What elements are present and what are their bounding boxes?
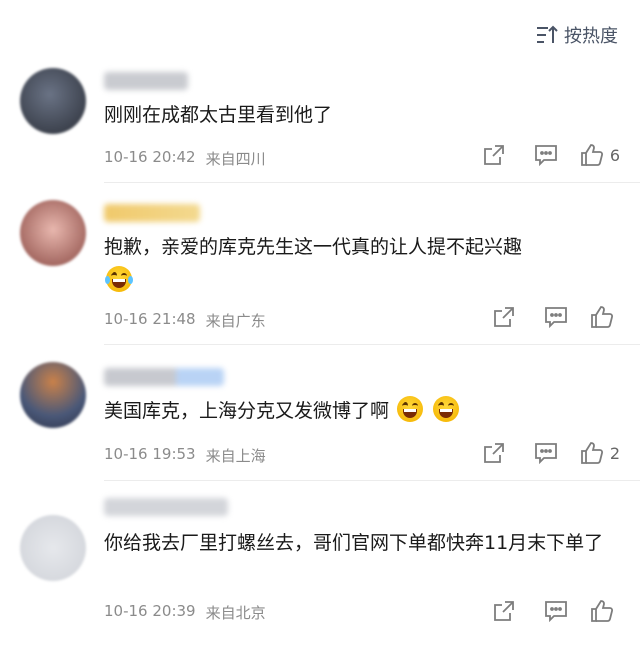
avatar[interactable] — [20, 362, 86, 428]
comment-meta: 10-16 21:48 来自广东 — [104, 310, 266, 331]
grin-emoji — [433, 396, 460, 422]
thumbs-up-icon — [591, 306, 614, 328]
like-count: 6 — [609, 145, 620, 165]
comment-text: 美国库克，上海分克又发微博了啊 — [104, 394, 614, 428]
like-button[interactable] — [582, 302, 620, 332]
avatar[interactable] — [20, 68, 86, 134]
divider — [104, 182, 640, 183]
reply-button[interactable] — [530, 302, 582, 332]
comment-actions: 2 — [468, 438, 620, 468]
comment-icon — [545, 307, 567, 328]
comment-actions: 6 — [468, 140, 620, 170]
username-blurred[interactable] — [104, 498, 228, 516]
comment-meta: 10-16 20:39 来自北京 — [104, 602, 266, 623]
share-button[interactable] — [478, 596, 530, 626]
thumbs-up-icon — [580, 442, 603, 464]
share-icon — [483, 145, 504, 165]
comment-text: 抱歉，亲爱的库克先生这一代真的让人提不起兴趣 — [104, 230, 614, 298]
comment-location: 来自四川 — [205, 150, 266, 168]
comment-meta: 10-16 19:53 来自上海 — [104, 445, 266, 466]
comment-meta: 10-16 20:42 来自四川 — [104, 148, 266, 169]
comment-time: 10-16 19:53 — [104, 445, 196, 463]
comment-icon — [534, 443, 557, 464]
comment-time: 10-16 20:42 — [104, 148, 196, 166]
sort-label: 按热度 — [564, 26, 618, 47]
sort-by-hot-button[interactable]: 按热度 — [536, 22, 618, 48]
sort-icon — [537, 25, 558, 43]
comment-location: 来自广东 — [205, 312, 266, 330]
share-button[interactable] — [468, 140, 520, 170]
share-button[interactable] — [468, 438, 520, 468]
avatar[interactable] — [20, 200, 86, 266]
comment-time: 10-16 20:39 — [104, 602, 196, 620]
comment-text: 你给我去厂里打螺丝去，哥们官网下单都快奔11月末下单了 — [104, 532, 604, 554]
username-blurred[interactable] — [104, 368, 224, 386]
thumbs-up-icon — [580, 144, 603, 166]
comment-icon — [534, 145, 557, 166]
comment-text-body: 美国库克，上海分克又发微博了啊 — [104, 400, 390, 422]
share-icon — [494, 307, 514, 327]
reply-button[interactable] — [520, 140, 572, 170]
grin-emoji — [397, 396, 424, 422]
comment-icon — [545, 601, 567, 622]
share-icon — [494, 601, 514, 621]
like-button[interactable]: 2 — [572, 438, 620, 468]
laugh-tears-emoji — [105, 266, 133, 292]
thumbs-up-icon — [591, 600, 614, 622]
comment-location: 来自北京 — [205, 604, 266, 622]
divider — [104, 480, 640, 481]
comment-actions — [478, 302, 620, 332]
comment-time: 10-16 21:48 — [104, 310, 196, 328]
reply-button[interactable] — [530, 596, 582, 626]
avatar[interactable] — [20, 515, 86, 581]
comment-actions — [478, 596, 620, 626]
divider — [104, 344, 640, 345]
share-icon — [483, 443, 504, 463]
share-button[interactable] — [478, 302, 530, 332]
comment-location: 来自上海 — [205, 447, 266, 465]
reply-button[interactable] — [520, 438, 572, 468]
like-count: 2 — [609, 443, 620, 463]
comment-text: 刚刚在成都太古里看到他了 — [104, 104, 333, 126]
comment-text-body: 抱歉，亲爱的库克先生这一代真的让人提不起兴趣 — [104, 236, 523, 258]
username-blurred[interactable] — [104, 204, 200, 222]
like-button[interactable]: 6 — [572, 140, 620, 170]
username-blurred[interactable] — [104, 72, 188, 90]
like-button[interactable] — [582, 596, 620, 626]
